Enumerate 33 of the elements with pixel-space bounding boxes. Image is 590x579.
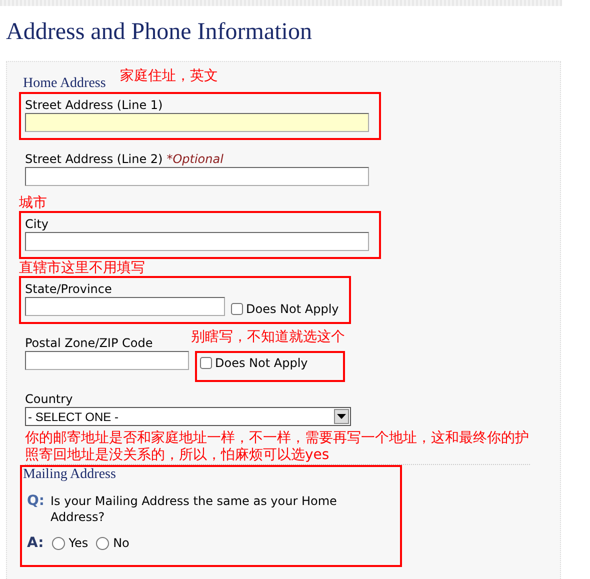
radio-label[interactable]: No [113, 536, 130, 550]
input-field[interactable] [25, 113, 369, 132]
input-field[interactable] [25, 167, 369, 186]
field-label: Street Address (Line 2) [25, 151, 163, 167]
caret-icon [334, 409, 349, 424]
country-dropdown[interactable]: - SELECT ONE - [25, 407, 351, 426]
answer-mark: A: [27, 535, 44, 551]
checkbox-label[interactable]: Does Not Apply [215, 356, 308, 370]
input-field[interactable] [25, 232, 369, 251]
annotation-note: 你的邮寄地址是否和家庭地址一样，不一样，需要再写一个地址，这和最终你的护照寄回地址是没关系的，所以，怕麻烦可以选yes [25, 430, 530, 465]
annotation-note: 城市 [19, 195, 48, 211]
annotation-note: 别瞎写，不知道就选这个 [191, 329, 345, 345]
checkbox[interactable] [200, 357, 212, 369]
annotation-note: 家庭住址，英文 [120, 68, 218, 84]
field-label: City [25, 216, 49, 232]
field-label: Street Address (Line 1) [25, 97, 163, 113]
checkbox[interactable] [231, 303, 243, 315]
page-title: Address and Phone Information [6, 18, 313, 46]
checkbox-label[interactable]: Does Not Apply [246, 302, 339, 316]
input-field[interactable] [25, 351, 189, 370]
field-label: State/Province [25, 281, 112, 297]
field-label: Country [25, 391, 73, 407]
radio-label[interactable]: Yes [68, 536, 88, 550]
section-heading: Mailing Address [23, 467, 117, 483]
input-field[interactable] [25, 297, 225, 316]
annotation-note: 直辖市这里不用填写 [19, 260, 146, 276]
question-mark: Q: [27, 493, 44, 511]
field-label: Postal Zone/ZIP Code [25, 335, 153, 351]
radio-button[interactable] [96, 536, 110, 550]
radio-button[interactable] [52, 536, 65, 550]
optional-hint: *Optional [166, 152, 224, 166]
section-heading: Home Address [23, 76, 106, 92]
question-text: Is your Mailing Address the same as your Home Address? [50, 493, 338, 525]
